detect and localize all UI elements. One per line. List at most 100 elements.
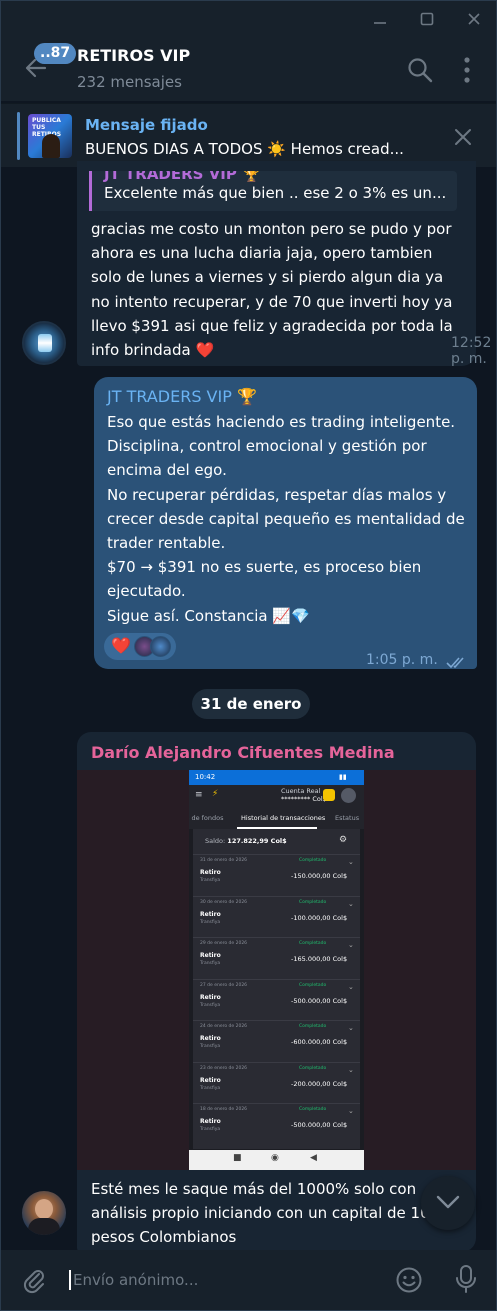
- account-value: ********* Col$: [281, 795, 327, 803]
- message-composer: [1, 1250, 496, 1310]
- unread-badge[interactable]: ..87: [34, 43, 77, 64]
- paperclip-icon[interactable]: [21, 1266, 47, 1294]
- transaction-amount: -500.000,00 Col$: [291, 1121, 348, 1129]
- transaction-date: 23 de enero de 2026: [200, 1065, 248, 1071]
- profile-icon: [341, 788, 356, 803]
- transaction-date: 29 de enero de 2026: [200, 941, 248, 946]
- pinned-message-bar[interactable]: PUBLICA TUS RETIROS Mensaje fijado BUENO…: [1, 103, 496, 167]
- chevron-down-icon: ⌄: [348, 858, 354, 866]
- search-icon[interactable]: [406, 56, 434, 84]
- text-caret: [69, 1270, 71, 1290]
- transaction-type: Retiro: [200, 1118, 221, 1125]
- pinned-thumbnail-person: [42, 134, 60, 158]
- pinned-label: Mensaje fijado: [85, 116, 208, 134]
- reply-quote[interactable]: JT TRADERS VIP 🏆 Excelente más que bien …: [89, 171, 457, 211]
- message-photo[interactable]: 10:42 ▮▮ ≡ ⚡ Cuenta Real ********* Col$ …: [77, 770, 476, 1170]
- phone-tab: s de fondos: [189, 814, 224, 822]
- message-sender[interactable]: Darío Alejandro Cifuentes Medina: [91, 743, 395, 762]
- minimize-icon: [374, 22, 386, 24]
- reply-sender: JT TRADERS VIP 🏆: [104, 171, 261, 183]
- transaction-row: 24 de enero de 2026 Completado Retiro Trans…: [193, 1020, 360, 1060]
- transaction-status: Completado: [299, 858, 327, 863]
- transaction-amount: -100.000,00 Col$: [291, 913, 348, 922]
- transaction-method: Transfiya: [200, 878, 221, 883]
- transaction-row: 23 de enero de 2026 Completado Retiro Trans…: [193, 1061, 360, 1102]
- transaction-status: Completado: [299, 1024, 327, 1029]
- date-separator: 31 de enero: [192, 689, 310, 719]
- message-sender[interactable]: JT TRADERS VIP 🏆: [107, 387, 257, 406]
- transaction-method: Transfiya: [200, 1085, 221, 1091]
- phone-nav-bar: ■ ◉ ◀: [189, 1150, 364, 1170]
- message-input[interactable]: [73, 1267, 373, 1293]
- minimize-button[interactable]: [367, 7, 393, 31]
- saldo: Saldo: 127.822,99 Col$: [205, 837, 287, 845]
- menu-icon: ≡: [195, 790, 203, 800]
- chevron-down-icon: [436, 1195, 460, 1209]
- heart-reaction-icon: ❤️: [111, 636, 131, 655]
- phone-app-bar: ≡ ⚡ Cuenta Real ********* Col$: [189, 785, 364, 807]
- transaction-method: Transfiya: [200, 1044, 221, 1049]
- telegram-window: ..87 RETIROS VIP 232 mensajes PUBLICA TU…: [0, 0, 497, 1311]
- avatar-flag-icon: [38, 334, 52, 352]
- transaction-amount: -165.000,00 Col$: [291, 955, 348, 963]
- scroll-to-bottom-button[interactable]: [421, 1176, 475, 1230]
- message-bubble-incoming[interactable]: Darío Alejandro Cifuentes Medina 10:42 ▮…: [77, 732, 476, 1252]
- chevron-down-icon: ⌄: [348, 941, 354, 949]
- transaction-method: Transfiya: [200, 1002, 221, 1008]
- avatar-body: [28, 1218, 60, 1235]
- avatar[interactable]: [22, 321, 66, 365]
- transaction-amount: -150.000,00 Col$: [291, 872, 348, 880]
- battery-icon: ▮▮: [339, 773, 347, 781]
- transaction-type: Retiro: [200, 1035, 221, 1042]
- transaction-row: 30 de enero de 2026 Completado Retiro Trans…: [193, 895, 360, 936]
- phone-status-bar: 10:42 ▮▮: [189, 770, 364, 785]
- close-icon[interactable]: [454, 128, 472, 146]
- more-vertical-icon[interactable]: [457, 56, 477, 84]
- account-label: Cuenta Real: [281, 787, 321, 795]
- saldo-value: 127.822,99 Col$: [227, 837, 287, 845]
- microphone-icon[interactable]: [455, 1264, 477, 1294]
- phone-screenshot: 10:42 ▮▮ ≡ ⚡ Cuenta Real ********* Col$ …: [189, 770, 364, 1170]
- back-icon: ◀: [310, 1153, 317, 1163]
- transaction-list: Saldo: 127.822,99 Col$ ⚙ 31 de enero de …: [193, 829, 360, 1149]
- emoji-icon[interactable]: [395, 1266, 423, 1294]
- deposit-icon: [323, 789, 335, 801]
- chevron-down-icon: ⌄: [348, 982, 354, 991]
- avatar-face: [35, 1199, 53, 1219]
- message-bubble-outgoing[interactable]: JT TRADERS VIP 🏆 Eso que estás haciendo …: [94, 377, 477, 669]
- window-close-button[interactable]: [461, 7, 487, 31]
- double-check-icon: [446, 657, 464, 669]
- transaction-type: Retiro: [200, 952, 221, 959]
- chevron-down-icon: ⌄: [348, 1107, 354, 1115]
- pinned-accent-bar: [17, 112, 20, 160]
- recents-icon: ■: [233, 1153, 242, 1163]
- chevron-down-icon: ⌄: [348, 899, 354, 908]
- avatar[interactable]: [22, 1191, 66, 1235]
- maximize-icon: [420, 12, 434, 26]
- reaction-chip[interactable]: ❤️: [104, 633, 176, 660]
- pinned-text: BUENOS DIAS A TODOS ☀️ Hemos cread...: [85, 140, 404, 158]
- lightning-icon: ⚡: [212, 789, 219, 799]
- transaction-type: Retiro: [200, 910, 221, 918]
- transaction-type: Retiro: [200, 869, 221, 876]
- transaction-status: Completado: [299, 941, 327, 946]
- transaction-date: 27 de enero de 2026: [200, 982, 248, 988]
- reply-text: Excelente más que bien .. ese 2 o 3% es …: [104, 184, 447, 202]
- message-bubble-incoming[interactable]: JT TRADERS VIP 🏆 Excelente más que bien …: [77, 161, 491, 367]
- transaction-date: 18 de enero de 2026: [200, 1107, 248, 1112]
- filter-icon: ⚙: [339, 835, 348, 845]
- transaction-row: 27 de enero de 2026 Completado Retiro Trans…: [193, 978, 360, 1019]
- transaction-row: 18 de enero de 2026 Completado Retiro Trans…: [193, 1103, 360, 1143]
- transaction-status: Completado: [299, 1065, 327, 1071]
- phone-time: 10:42: [195, 773, 216, 781]
- phone-tab: Estatus: [335, 814, 360, 822]
- maximize-button[interactable]: [414, 7, 440, 31]
- chat-title[interactable]: RETIROS VIP: [77, 46, 190, 65]
- close-icon: [468, 13, 480, 25]
- transaction-status: Completado: [299, 899, 327, 905]
- home-icon: ◉: [271, 1153, 279, 1163]
- message-text: Esté mes le saque más del 1000% solo con…: [91, 1180, 430, 1247]
- transaction-date: 24 de enero de 2026: [200, 1024, 248, 1029]
- reactor-avatar: [150, 636, 171, 657]
- transaction-date: 30 de enero de 2026: [200, 899, 248, 905]
